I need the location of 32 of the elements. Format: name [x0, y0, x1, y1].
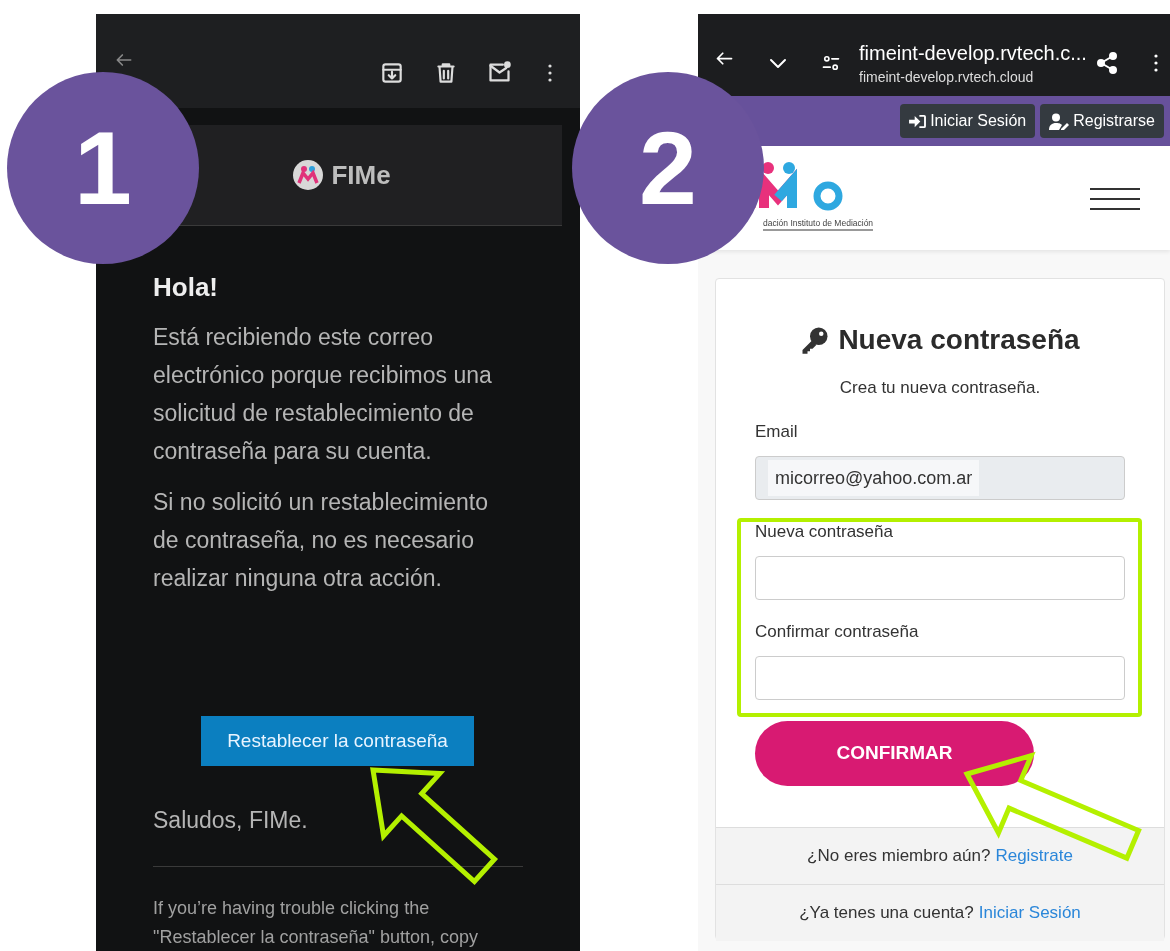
password-field[interactable] [755, 556, 1125, 600]
login-button[interactable]: Iniciar Sesión [900, 104, 1036, 138]
archive-icon[interactable] [379, 60, 405, 86]
field-label: Confirmar contraseña [755, 621, 920, 643]
reset-password-button[interactable]: Restablecer la contraseña [201, 716, 474, 766]
field-label: Nueva contraseña [755, 521, 894, 543]
field-label: Email [755, 421, 799, 443]
footer-text: ¿Ya tenes una cuenta? [799, 902, 974, 925]
footer-text: ¿No eres miembro aún? [807, 845, 991, 868]
email-paragraph: Si no solicitó un restablecimiento de contraseña, no es necesario realizar ninguna otra acción. [153, 488, 489, 593]
user-edit-icon [1049, 112, 1070, 130]
footer-link[interactable]: Registrate [995, 843, 1073, 869]
sign-off: Saludos, FIMe. [153, 806, 308, 835]
register-button[interactable]: Registrarse [1040, 104, 1164, 138]
confirm-button[interactable]: CONFIRMAR [755, 721, 1034, 786]
logo-caption: dación Instituto de Mediación [763, 217, 874, 231]
password-field[interactable] [755, 656, 1125, 700]
email-paragraph: Está recibiendo este correo electrónico porque recibimos una solicitud de restablecimiento de contraseña para su cuenta. [153, 323, 493, 466]
tune-icon[interactable] [821, 53, 841, 73]
logo-icon [293, 160, 324, 190]
greeting: Hola! [153, 271, 219, 304]
form-title: Nueva contraseña [838, 323, 1080, 357]
page-title: fimeint-develop.rvtech.c... [859, 41, 1087, 66]
share-icon[interactable] [1095, 51, 1119, 75]
login-icon [909, 113, 927, 129]
brand-name: FIMe [331, 158, 391, 192]
page-url: fimeint-develop.rvtech.cloud [859, 68, 1034, 87]
menu-icon[interactable] [1090, 185, 1140, 213]
step-number: 1 [7, 72, 199, 264]
form-subtitle: Crea tu nueva contraseña. [838, 377, 1042, 399]
fallback-text: If you’re having trouble clicking the "Restablecer la contraseña" button, copy [153, 897, 479, 949]
footer-link[interactable]: Iniciar Sesión [978, 900, 1081, 926]
